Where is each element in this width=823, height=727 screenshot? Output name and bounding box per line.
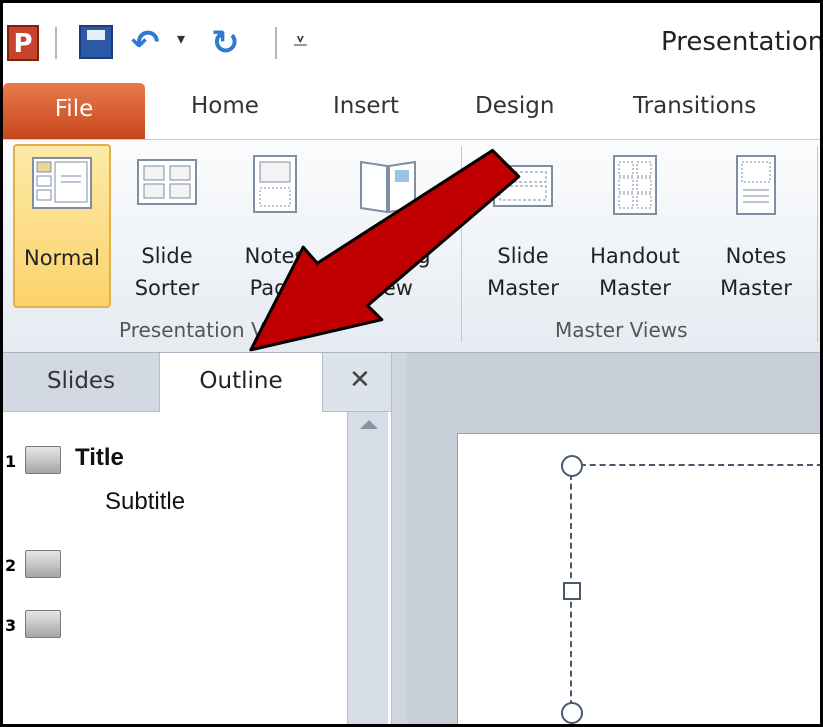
notes-master-icon [725,154,787,220]
scroll-up-arrow-icon[interactable] [360,420,378,429]
outline-slide-row[interactable]: 3 [3,604,343,644]
group-label-presentation-views: Presentation Views [119,318,309,342]
powerpoint-app-icon[interactable]: P [7,25,39,61]
notes-page-label: Notes Page [244,244,306,300]
normal-view-icon [31,156,93,222]
tab-slides[interactable]: Slides [3,353,159,411]
reading-view-button[interactable]: Reading View [331,144,445,308]
resize-handle-circle[interactable] [561,702,583,724]
slide-master-icon [492,154,554,220]
handout-master-icon [604,154,666,220]
outline-slide-row[interactable]: 1 Title [3,440,343,480]
toolbar-separator [275,27,277,59]
slide-sorter-icon [136,154,198,220]
slide-canvas[interactable] [457,433,820,724]
slides-outline-pane: Slides Outline ✕ 1 Title Subtitle 2 3 [3,353,391,724]
ribbon-group-separator [461,146,462,342]
slide-subtitle-text[interactable]: Subtitle [105,488,185,516]
title-placeholder[interactable] [570,464,820,716]
ribbon-group-separator [817,146,818,342]
slide-master-label: Slide Master [487,244,559,300]
slide-number: 3 [5,616,17,635]
tab-insert[interactable]: Insert [333,93,399,119]
slide-icon [25,446,61,474]
slide-sorter-label: Slide Sorter [134,244,200,300]
ribbon: Normal Slide Sorter Notes Page Reading V… [3,139,820,353]
tab-design[interactable]: Design [475,93,554,119]
pane-tab-bar: Slides Outline ✕ [3,353,391,412]
tab-home[interactable]: Home [191,93,259,119]
app-window: P ↶ ▾ ↻ ⩡ Presentation File Home Insert … [0,0,823,727]
outline-slide-row[interactable]: 2 [3,544,343,584]
group-label-master-views: Master Views [555,318,688,342]
undo-dropdown-icon[interactable]: ▾ [177,29,185,48]
customize-toolbar-icon[interactable]: ⩡ [293,27,308,58]
slide-editing-area [407,353,820,724]
tab-file[interactable]: File [3,83,145,141]
slide-master-button[interactable]: Slide Master [475,144,571,308]
normal-view-label: Normal [24,246,100,270]
notes-page-icon [244,154,306,220]
normal-view-button[interactable]: Normal [13,144,111,308]
redo-icon[interactable]: ↻ [211,23,251,63]
resize-handle-circle[interactable] [561,455,583,477]
slide-sorter-button[interactable]: Slide Sorter [121,144,213,308]
slide-icon [25,550,61,578]
quick-access-toolbar: P ↶ ▾ ↻ ⩡ Presentation [3,3,820,77]
window-title: Presentation [661,27,823,57]
notes-master-button[interactable]: Notes Master [701,144,811,308]
slide-title-text[interactable]: Title [75,444,124,472]
slide-icon [25,610,61,638]
outline-list: 1 Title Subtitle 2 3 [3,412,347,724]
ribbon-tabs: File Home Insert Design Transitions [3,77,820,141]
reading-view-label: Reading View [345,244,431,300]
close-icon[interactable]: ✕ [349,365,371,395]
handout-master-button[interactable]: Handout Master [579,144,691,308]
notes-master-label: Notes Master [720,244,792,300]
reading-view-icon [357,154,419,220]
tab-outline[interactable]: Outline [159,353,323,412]
handout-master-label: Handout Master [590,244,680,300]
notes-page-button[interactable]: Notes Page [229,144,321,308]
slide-number: 1 [5,452,17,471]
resize-handle-square[interactable] [563,582,581,600]
slide-number: 2 [5,556,17,575]
undo-icon[interactable]: ↶ [131,23,171,63]
save-icon[interactable] [79,25,113,59]
tab-transitions[interactable]: Transitions [633,93,756,119]
toolbar-separator [55,27,57,59]
vertical-scrollbar[interactable] [347,412,388,724]
